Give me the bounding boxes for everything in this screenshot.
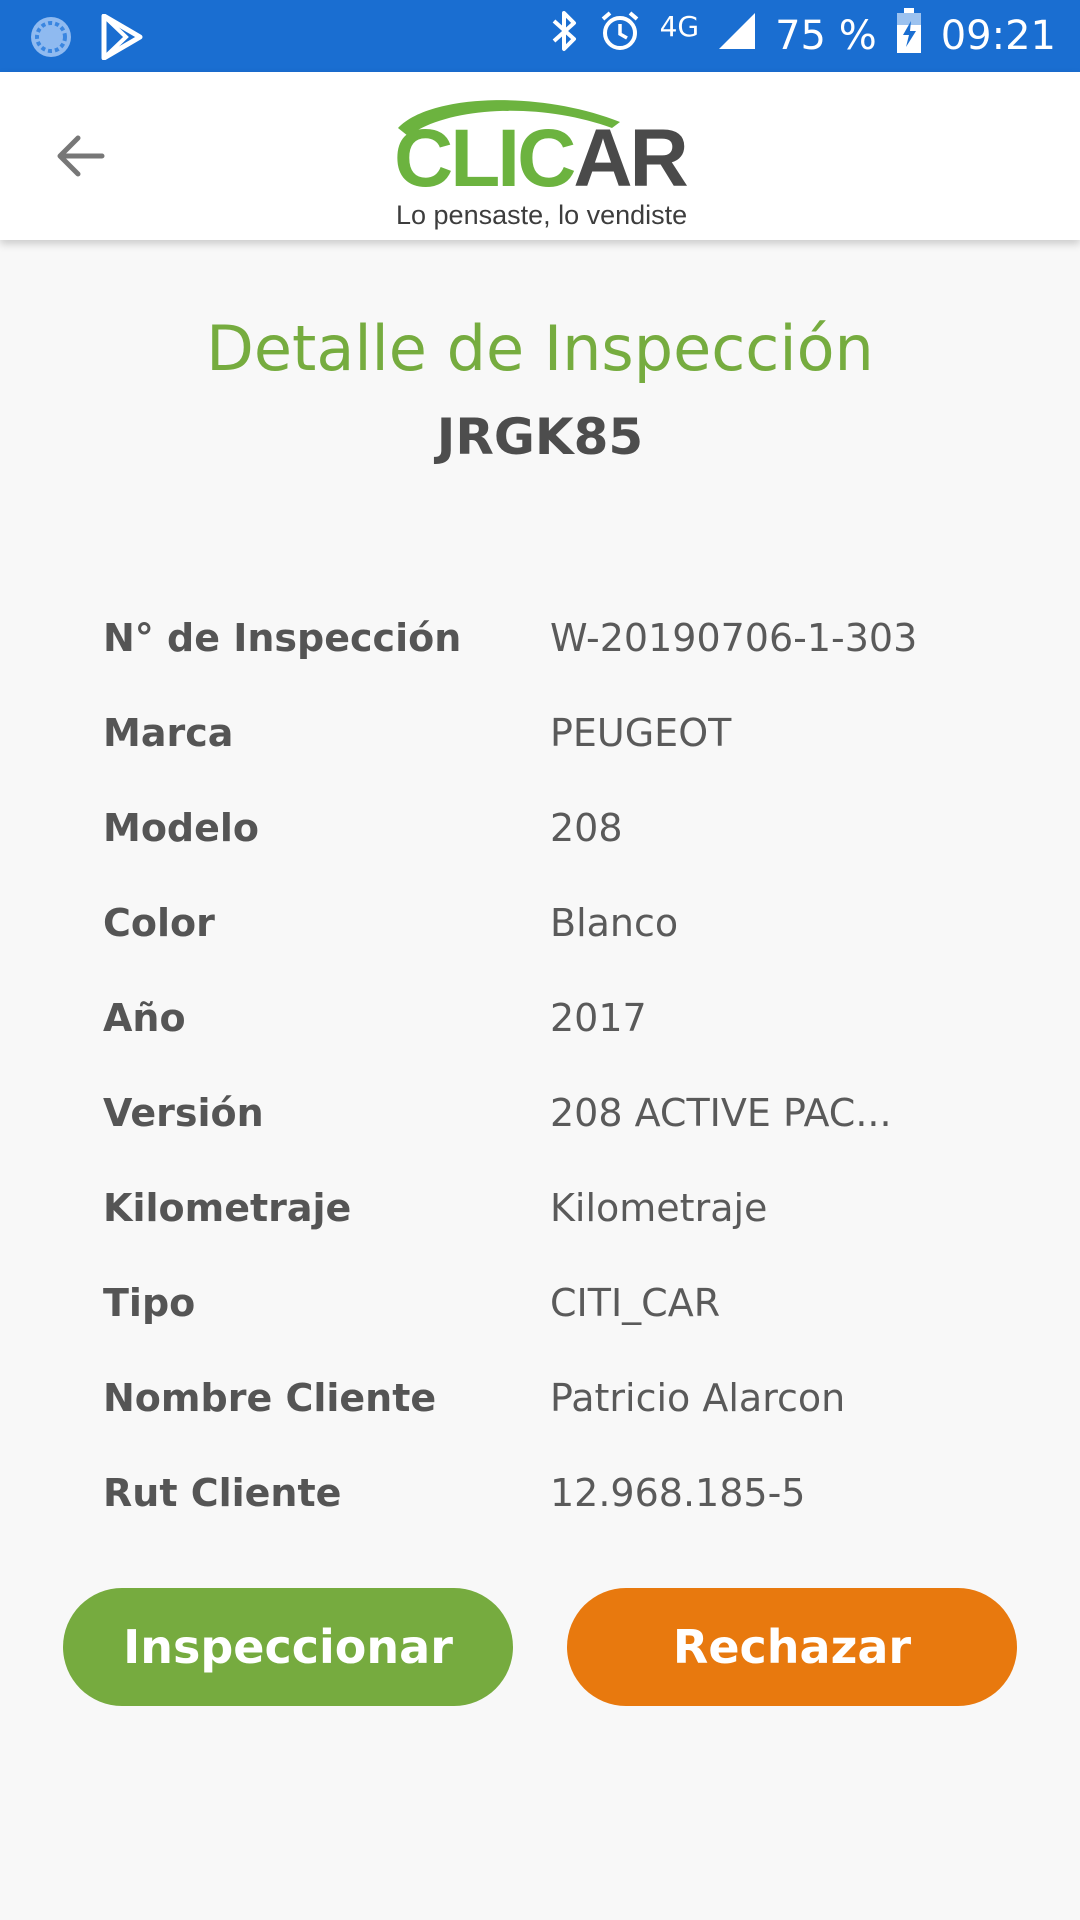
detail-row-year: Año 2017: [103, 970, 1003, 1065]
detail-row-client-name: Nombre Cliente Patricio Alarcon: [103, 1350, 1003, 1445]
detail-value: Blanco: [550, 900, 679, 945]
detail-value: Kilometraje: [550, 1185, 768, 1230]
detail-value: 12.968.185-5: [550, 1470, 806, 1515]
sync-icon: [28, 14, 74, 64]
detail-label: Nombre Cliente: [103, 1375, 437, 1420]
detail-label: Tipo: [103, 1280, 196, 1325]
status-right-icons: 4G 75 % 09:21: [550, 0, 1056, 72]
detail-label: Marca: [103, 710, 234, 755]
detail-label: Versión: [103, 1090, 264, 1135]
detail-value: CITI_CAR: [550, 1280, 721, 1325]
arrow-left-icon: [52, 128, 108, 188]
logo-wordmark: CLICAR: [394, 118, 689, 200]
play-store-icon: [100, 13, 144, 64]
detail-label: Modelo: [103, 805, 260, 850]
inspect-button[interactable]: Inspeccionar: [63, 1588, 513, 1706]
detail-value: Patricio Alarcon: [550, 1375, 846, 1420]
back-button[interactable]: [44, 122, 116, 194]
signal-icon: [717, 11, 757, 61]
detail-value: 2017: [550, 995, 647, 1040]
bluetooth-icon: [550, 9, 580, 63]
detail-label: Rut Cliente: [103, 1470, 342, 1515]
network-type: 4G: [659, 9, 700, 43]
detail-row-version: Versión 208 ACTIVE PAC...: [103, 1065, 1003, 1160]
inspection-details: N° de Inspección W-20190706-1-303 Marca …: [103, 590, 1003, 1540]
clicar-logo: CLICAR Lo pensaste, lo vendiste: [390, 88, 700, 230]
app-bar: CLICAR Lo pensaste, lo vendiste: [0, 72, 1080, 240]
clock: 09:21: [940, 13, 1056, 59]
battery-percent: 75 %: [775, 13, 877, 59]
alarm-icon: [598, 9, 642, 63]
status-bar: 4G 75 % 09:21: [0, 0, 1080, 72]
detail-label: Año: [103, 995, 186, 1040]
detail-label: N° de Inspección: [103, 615, 462, 660]
logo-text-green: CLIC: [394, 113, 576, 204]
page-title: Detalle de Inspección: [206, 312, 874, 385]
detail-label: Kilometraje: [103, 1185, 352, 1230]
detail-value: 208: [550, 805, 623, 850]
battery-charging-icon: [895, 7, 923, 65]
detail-row-inspection-number: N° de Inspección W-20190706-1-303: [103, 590, 1003, 685]
detail-label: Color: [103, 900, 215, 945]
detail-row-model: Modelo 208: [103, 780, 1003, 875]
plate-number: JRGK85: [436, 408, 644, 466]
detail-value: 208 ACTIVE PAC...: [550, 1090, 892, 1135]
detail-row-client-rut: Rut Cliente 12.968.185-5: [103, 1445, 1003, 1540]
reject-button[interactable]: Rechazar: [567, 1588, 1017, 1706]
detail-value: W-20190706-1-303: [550, 615, 918, 660]
detail-row-mileage: Kilometraje Kilometraje: [103, 1160, 1003, 1255]
detail-value: PEUGEOT: [550, 710, 732, 755]
detail-row-color: Color Blanco: [103, 875, 1003, 970]
logo-tagline: Lo pensaste, lo vendiste: [396, 200, 688, 230]
status-left-icons: [28, 13, 144, 64]
detail-row-brand: Marca PEUGEOT: [103, 685, 1003, 780]
detail-row-type: Tipo CITI_CAR: [103, 1255, 1003, 1350]
logo-text-dark: AR: [573, 113, 688, 204]
